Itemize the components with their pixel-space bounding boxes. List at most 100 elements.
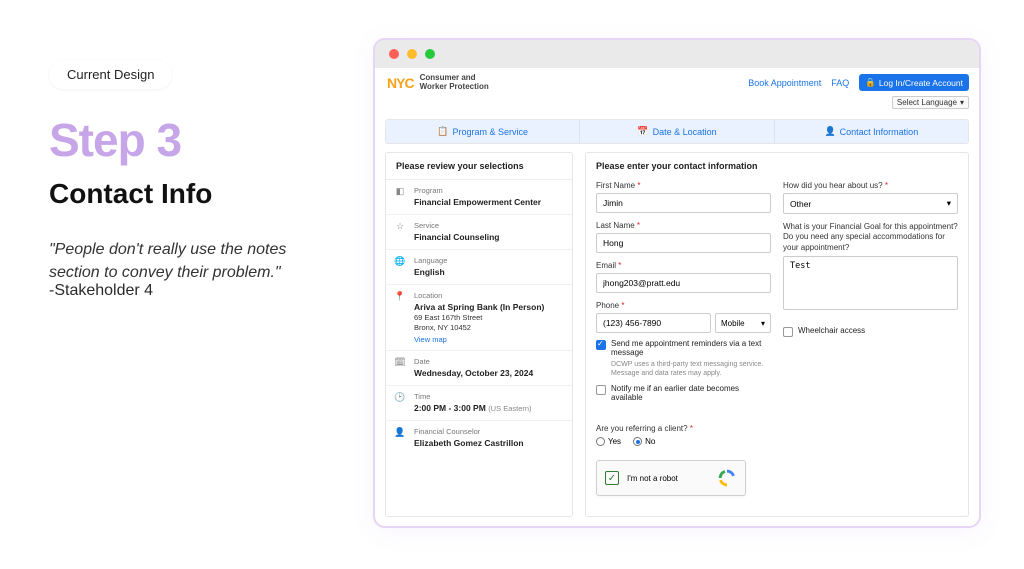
referring-no-radio[interactable]: No <box>633 437 655 446</box>
app-header: NYC Consumer and Worker Protection Book … <box>375 68 979 95</box>
financial-goal-label: What is your Financial Goal for this app… <box>783 222 958 253</box>
globe-icon: 🌐 <box>394 256 406 278</box>
checkmark-icon: ✓ <box>605 471 619 485</box>
clipboard-icon: 📋 <box>437 126 448 137</box>
step-3-label: Contact Information <box>840 127 919 137</box>
review-selections-panel: Please review your selections ◧ Program … <box>385 152 573 517</box>
review-location: 📍 Location Ariva at Spring Bank (In Pers… <box>386 285 572 351</box>
time-label: Time <box>414 392 564 401</box>
stakeholder-quote: "People don't really use the notes secti… <box>49 238 329 284</box>
date-value: Wednesday, October 23, 2024 <box>414 368 564 379</box>
recaptcha-label: I'm not a robot <box>627 474 678 483</box>
maximize-dot-icon <box>425 49 435 59</box>
service-label: Service <box>414 221 564 230</box>
agency-tagline: Consumer and Worker Protection <box>420 74 489 91</box>
view-map-link[interactable]: View map <box>414 335 447 344</box>
clock-icon: 🕑 <box>394 392 406 414</box>
contact-form-panel: Please enter your contact information Fi… <box>585 152 969 517</box>
sms-reminders-checkbox[interactable]: Send me appointment reminders via a text… <box>596 339 771 357</box>
person-icon: 👤 <box>824 126 835 137</box>
slide-step-number: Step 3 <box>49 113 181 167</box>
close-dot-icon <box>389 49 399 59</box>
review-date: 🗓 Date Wednesday, October 23, 2024 <box>386 351 572 386</box>
first-name-input[interactable] <box>596 193 771 213</box>
phone-type-value: Mobile <box>721 319 745 328</box>
yes-label: Yes <box>608 437 621 446</box>
calendar-icon: 📅 <box>637 126 648 137</box>
counselor-label: Financial Counselor <box>414 427 564 436</box>
step-date-location[interactable]: 📅 Date & Location <box>580 120 774 143</box>
checkbox-icon <box>596 385 606 395</box>
referring-yes-radio[interactable]: Yes <box>596 437 621 446</box>
nyc-wordmark-icon: NYC <box>387 75 414 91</box>
location-value: Ariva at Spring Bank (In Person) <box>414 302 564 313</box>
last-name-label: Last Name * <box>596 221 771 230</box>
slide-badge: Current Design <box>49 60 172 89</box>
hear-about-value: Other <box>790 199 811 209</box>
chevron-down-icon: ▾ <box>960 98 964 107</box>
login-label: Log In/Create Account <box>879 78 963 88</box>
program-label: Program <box>414 186 564 195</box>
location-line3: Bronx, NY 10452 <box>414 323 564 333</box>
review-title: Please review your selections <box>386 153 572 180</box>
financial-goal-textarea[interactable]: Test <box>783 256 958 310</box>
star-icon: ☆ <box>394 221 406 243</box>
review-language: 🌐 Language English <box>386 250 572 285</box>
checkbox-icon <box>783 327 793 337</box>
phone-label: Phone * <box>596 301 771 310</box>
radio-icon <box>596 437 605 446</box>
step-1-label: Program & Service <box>453 127 529 137</box>
step-2-label: Date & Location <box>653 127 717 137</box>
phone-type-select[interactable]: Mobile ▾ <box>715 313 771 333</box>
contact-form-title: Please enter your contact information <box>596 161 958 171</box>
chevron-down-icon: ▾ <box>947 198 951 209</box>
referring-label: Are you referring a client? * <box>596 424 771 433</box>
time-value: 2:00 PM - 3:00 PM (US Eastern) <box>414 403 564 414</box>
first-name-label: First Name * <box>596 181 771 190</box>
location-label: Location <box>414 291 564 300</box>
location-line2: 69 East 167th Street <box>414 313 564 323</box>
recaptcha-widget[interactable]: ✓ I'm not a robot <box>596 460 746 496</box>
last-name-input[interactable] <box>596 233 771 253</box>
service-value: Financial Counseling <box>414 232 564 243</box>
lock-icon: 🔒 <box>865 77 876 88</box>
hear-about-label: How did you hear about us? * <box>783 181 958 190</box>
review-counselor: 👤 Financial Counselor Elizabeth Gomez Ca… <box>386 421 572 455</box>
wheelchair-checkbox[interactable]: Wheelchair access <box>783 326 958 337</box>
step-contact-information[interactable]: 👤 Contact Information <box>775 120 968 143</box>
book-appointment-link[interactable]: Book Appointment <box>748 78 821 88</box>
earlier-date-checkbox[interactable]: Notify me if an earlier date becomes ava… <box>596 384 771 402</box>
sms-reminders-label: Send me appointment reminders via a text… <box>611 339 771 357</box>
login-button[interactable]: 🔒 Log In/Create Account <box>859 74 969 91</box>
email-input[interactable] <box>596 273 771 293</box>
faq-link[interactable]: FAQ <box>831 78 849 88</box>
review-program: ◧ Program Financial Empowerment Center <box>386 180 572 215</box>
program-value: Financial Empowerment Center <box>414 197 564 208</box>
chevron-down-icon: ▾ <box>761 319 765 328</box>
date-label: Date <box>414 357 564 366</box>
recaptcha-logo-icon <box>717 468 737 488</box>
step-program-service[interactable]: 📋 Program & Service <box>386 120 580 143</box>
checkbox-icon <box>596 340 606 350</box>
progress-stepper: 📋 Program & Service 📅 Date & Location 👤 … <box>385 119 969 144</box>
email-label: Email * <box>596 261 771 270</box>
window-controls <box>375 40 979 68</box>
slide-subtitle: Contact Info <box>49 178 212 210</box>
language-label: Language <box>414 256 564 265</box>
pin-icon: 📍 <box>394 291 406 344</box>
nyc-logo: NYC Consumer and Worker Protection <box>387 74 489 91</box>
earlier-date-label: Notify me if an earlier date becomes ava… <box>611 384 771 402</box>
language-selector[interactable]: Select Language ▾ <box>892 96 969 109</box>
person-icon: 👤 <box>394 427 406 449</box>
phone-input[interactable] <box>596 313 711 333</box>
counselor-value: Elizabeth Gomez Castrillon <box>414 438 564 449</box>
minimize-dot-icon <box>407 49 417 59</box>
stakeholder-attribution: -Stakeholder 4 <box>49 282 153 300</box>
language-value: English <box>414 267 564 278</box>
no-label: No <box>645 437 655 446</box>
bookmark-icon: ◧ <box>394 186 406 208</box>
hear-about-select[interactable]: Other ▾ <box>783 193 958 214</box>
calendar-icon: 🗓 <box>394 357 406 379</box>
language-selector-label: Select Language <box>897 98 957 107</box>
radio-icon <box>633 437 642 446</box>
